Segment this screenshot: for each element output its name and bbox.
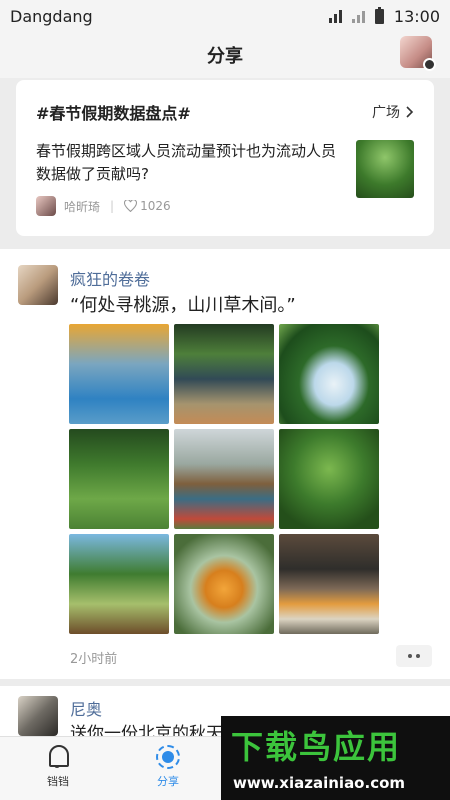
watermark-title: 下载鸟应用 bbox=[231, 728, 402, 766]
bell-icon bbox=[47, 745, 69, 769]
tab-share[interactable]: 分享 bbox=[138, 745, 198, 789]
post-time: 2小时前 bbox=[70, 652, 118, 667]
tab-share-label: 分享 bbox=[157, 775, 179, 788]
post2-author-name[interactable]: 尼奥 bbox=[70, 696, 102, 720]
profile-avatar-button[interactable] bbox=[400, 36, 436, 71]
photo-2[interactable] bbox=[174, 324, 274, 424]
signal-icon bbox=[351, 9, 365, 23]
topic-author: 哈昕琦 bbox=[64, 199, 101, 214]
post2-author-avatar[interactable] bbox=[18, 696, 58, 736]
photo-9[interactable] bbox=[279, 534, 379, 634]
topic-hashtag: #春节假期数据盘点# bbox=[36, 104, 191, 123]
tab-dangdang-label: 铛铛 bbox=[47, 775, 69, 788]
heart-icon bbox=[124, 200, 138, 212]
top-bar: 分享 bbox=[0, 32, 450, 78]
tab-dangdang[interactable]: 铛铛 bbox=[28, 745, 88, 789]
clock: 13:00 bbox=[393, 6, 440, 26]
topic-meta: 哈昕琦 | 1026 bbox=[36, 196, 171, 216]
photo-8[interactable] bbox=[174, 534, 274, 634]
like-count: 1026 bbox=[140, 199, 171, 213]
plaza-label: 广场 bbox=[372, 105, 400, 121]
photo-6[interactable] bbox=[279, 429, 379, 529]
author-avatar bbox=[36, 196, 56, 216]
page-title: 分享 bbox=[207, 46, 243, 67]
topic-text: 春节假期跨区域人员流动量预计也为流动人员数据做了贡献吗? bbox=[36, 142, 337, 183]
watermark-url: www.xiazainiao.com bbox=[233, 774, 406, 792]
camera-icon bbox=[423, 58, 436, 71]
photo-5[interactable] bbox=[174, 429, 274, 529]
photo-4[interactable] bbox=[69, 429, 169, 529]
post-text: “何处寻桃源，山川草木间。” bbox=[70, 295, 296, 316]
sun-icon bbox=[156, 745, 180, 769]
wifi-icon bbox=[328, 9, 342, 23]
post-author-avatar[interactable] bbox=[18, 265, 58, 305]
battery-icon bbox=[374, 6, 384, 24]
carrier-label: Dangdang bbox=[10, 6, 93, 26]
more-options-button[interactable] bbox=[396, 645, 432, 667]
status-bar: Dangdang 13:00 bbox=[0, 0, 450, 32]
topic-thumbnail[interactable] bbox=[356, 140, 414, 198]
feed-post: 疯狂的卷卷 “何处寻桃源，山川草木间。” 2小时前 bbox=[0, 249, 450, 679]
chevron-right-icon bbox=[406, 106, 414, 118]
photo-3[interactable] bbox=[279, 324, 379, 424]
status-icons: 13:00 bbox=[328, 6, 440, 26]
photo-grid bbox=[69, 324, 381, 634]
photo-7[interactable] bbox=[69, 534, 169, 634]
topic-card[interactable]: #春节假期数据盘点# 广场 春节假期跨区域人员流动量预计也为流动人员数据做了贡献… bbox=[16, 80, 434, 236]
post-author-name[interactable]: 疯狂的卷卷 bbox=[70, 266, 150, 290]
photo-1[interactable] bbox=[69, 324, 169, 424]
watermark-banner: 下载鸟应用 www.xiazainiao.com bbox=[221, 716, 450, 800]
meta-separator: | bbox=[110, 199, 115, 213]
plaza-link[interactable]: 广场 bbox=[372, 102, 414, 122]
